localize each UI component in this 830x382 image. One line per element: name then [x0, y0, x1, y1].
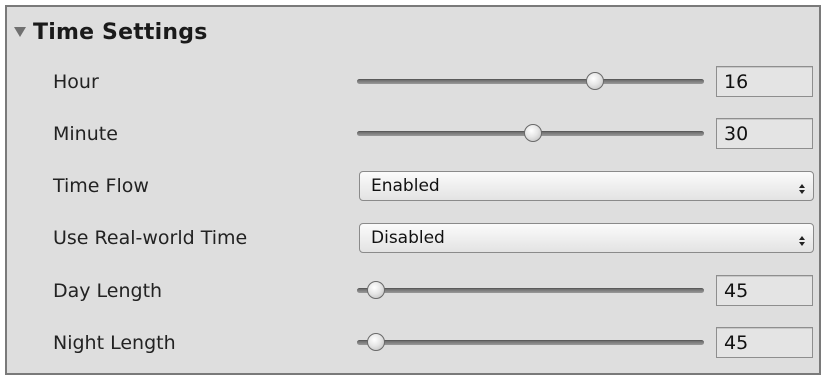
slider-thumb[interactable]	[585, 72, 604, 90]
real-world-time-dropdown[interactable]: Disabled	[359, 223, 814, 253]
time-flow-label: Time Flow	[53, 175, 149, 197]
hour-slider[interactable]	[357, 65, 704, 99]
dropdown-value: Enabled	[371, 176, 440, 196]
night-length-label: Night Length	[53, 332, 176, 354]
time-settings-panel: Time Settings Hour Minute Time Flow Enab…	[5, 5, 821, 375]
hour-row: Hour	[7, 65, 819, 99]
up-down-arrows-icon	[799, 180, 805, 194]
day-length-label: Day Length	[53, 280, 163, 302]
slider-thumb[interactable]	[367, 281, 386, 299]
slider-track[interactable]	[357, 340, 704, 345]
real-world-time-row: Use Real-world Time Disabled	[7, 221, 819, 255]
time-flow-row: Time Flow Enabled	[7, 169, 819, 203]
hour-label: Hour	[53, 71, 99, 93]
foldout-header[interactable]: Time Settings	[13, 17, 208, 47]
day-length-slider[interactable]	[357, 274, 704, 308]
minute-field[interactable]	[716, 118, 813, 149]
night-length-field[interactable]	[716, 327, 813, 358]
slider-track[interactable]	[357, 288, 704, 293]
night-length-row: Night Length	[7, 326, 819, 360]
up-down-arrows-icon	[799, 232, 805, 246]
minute-label: Minute	[53, 123, 118, 145]
day-length-field[interactable]	[716, 275, 813, 306]
day-length-row: Day Length	[7, 274, 819, 308]
hour-field[interactable]	[716, 66, 813, 97]
triangle-down-icon[interactable]	[13, 25, 27, 39]
slider-thumb[interactable]	[367, 333, 386, 351]
panel-title: Time Settings	[33, 19, 208, 45]
real-world-time-label: Use Real-world Time	[53, 227, 248, 249]
dropdown-value: Disabled	[371, 228, 445, 248]
minute-row: Minute	[7, 117, 819, 151]
night-length-slider[interactable]	[357, 326, 704, 360]
time-flow-dropdown[interactable]: Enabled	[359, 171, 814, 201]
minute-slider[interactable]	[357, 117, 704, 151]
slider-track[interactable]	[357, 79, 704, 84]
slider-thumb[interactable]	[524, 124, 543, 142]
